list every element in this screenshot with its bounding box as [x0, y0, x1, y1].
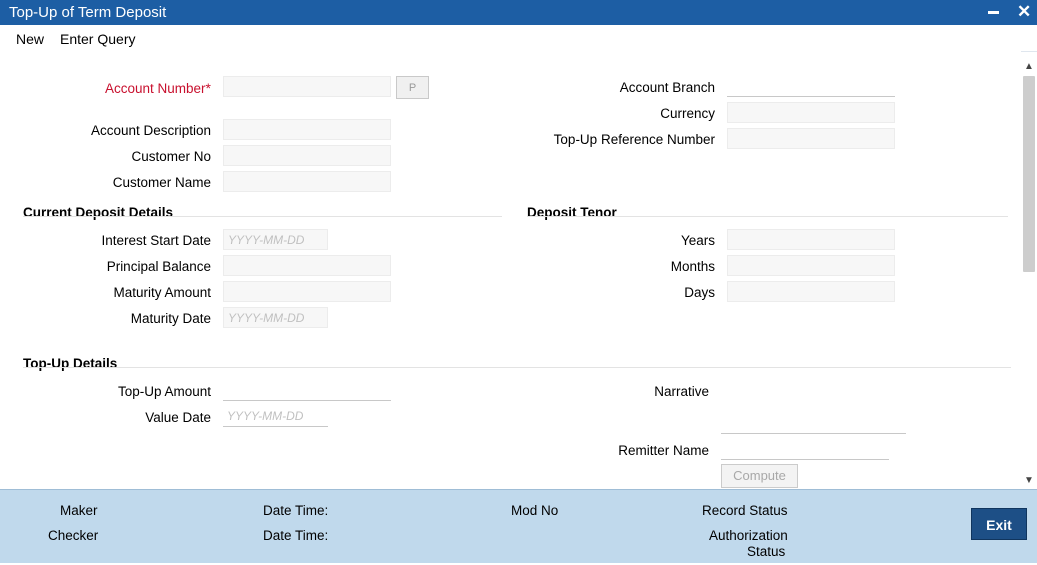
- menu-enter-query[interactable]: Enter Query: [60, 31, 135, 47]
- menu-bar: New Enter Query: [0, 25, 1037, 52]
- minimize-icon[interactable]: [988, 11, 999, 14]
- interest-start-date-label: Interest Start Date: [101, 233, 211, 248]
- years-input[interactable]: [727, 229, 895, 250]
- narrative-input[interactable]: [721, 413, 906, 434]
- remitter-name-label: Remitter Name: [618, 443, 709, 458]
- menu-new[interactable]: New: [16, 31, 44, 47]
- currency-input[interactable]: [727, 102, 895, 123]
- scroll-down-icon[interactable]: ▼: [1024, 475, 1034, 486]
- maturity-amount-label: Maturity Amount: [113, 285, 211, 300]
- narrative-label: Narrative: [654, 384, 709, 399]
- topup-reference-label: Top-Up Reference Number: [553, 132, 715, 147]
- value-date-input[interactable]: YYYY-MM-DD: [223, 406, 328, 427]
- topup-section-title: Top-Up Details: [23, 356, 118, 371]
- authorization-status-label-line2: Status: [747, 544, 786, 559]
- maker-label: Maker: [60, 503, 98, 518]
- exit-button[interactable]: Exit: [971, 508, 1027, 540]
- maturity-date-label: Maturity Date: [130, 311, 211, 326]
- customer-name-label: Customer Name: [112, 175, 211, 190]
- required-mark: *: [205, 80, 211, 96]
- p-button[interactable]: P: [396, 76, 429, 99]
- customer-name-input[interactable]: [223, 171, 391, 192]
- days-input[interactable]: [727, 281, 895, 302]
- account-branch-input[interactable]: [727, 76, 895, 97]
- interest-start-date-input[interactable]: YYYY-MM-DD: [223, 229, 328, 250]
- currency-label: Currency: [660, 106, 715, 121]
- maturity-amount-input[interactable]: [223, 281, 391, 302]
- maker-date-time-label: Date Time:: [263, 503, 329, 518]
- checker-date-time-label: Date Time:: [263, 528, 329, 543]
- days-label: Days: [684, 285, 715, 300]
- principal-balance-label: Principal Balance: [106, 259, 211, 274]
- account-description-input[interactable]: [223, 119, 391, 140]
- topup-amount-label: Top-Up Amount: [117, 384, 211, 399]
- customer-no-input[interactable]: [223, 145, 391, 166]
- section-divider: [23, 216, 502, 217]
- authorization-status-label-line1: Authorization: [709, 528, 788, 543]
- maturity-date-input[interactable]: YYYY-MM-DD: [223, 307, 328, 328]
- checker-label: Checker: [48, 528, 99, 543]
- value-date-label: Value Date: [145, 410, 211, 425]
- close-icon[interactable]: ✕: [1017, 2, 1031, 22]
- section-divider: [527, 216, 1008, 217]
- section-divider: [23, 367, 1011, 368]
- current-deposit-section-title: Current Deposit Details: [23, 205, 174, 220]
- form-content: Account Number* P Account Description Cu…: [0, 51, 1021, 489]
- mod-no-label: Mod No: [511, 503, 559, 518]
- topup-amount-input[interactable]: [223, 380, 391, 401]
- scrollbar-thumb[interactable]: [1023, 76, 1035, 272]
- topup-reference-input[interactable]: [727, 128, 895, 149]
- account-number-input[interactable]: [223, 76, 391, 97]
- account-description-label: Account Description: [90, 123, 211, 138]
- deposit-tenor-section-title: Deposit Tenor: [527, 205, 617, 220]
- record-status-label: Record Status: [702, 503, 788, 518]
- window-title: Top-Up of Term Deposit: [9, 4, 167, 21]
- account-number-label: Account Number*: [105, 80, 211, 96]
- years-label: Years: [680, 233, 715, 248]
- scroll-up-icon[interactable]: ▲: [1024, 61, 1034, 72]
- months-label: Months: [670, 259, 715, 274]
- customer-no-label: Customer No: [131, 149, 211, 164]
- remitter-name-input[interactable]: [721, 439, 889, 460]
- compute-button[interactable]: Compute: [721, 464, 798, 488]
- account-branch-label: Account Branch: [619, 80, 715, 95]
- title-bar: Top-Up of Term Deposit ✕: [0, 0, 1037, 25]
- principal-balance-input[interactable]: [223, 255, 391, 276]
- audit-footer: Maker Checker Date Time: Date Time: Mod …: [0, 489, 1037, 563]
- months-input[interactable]: [727, 255, 895, 276]
